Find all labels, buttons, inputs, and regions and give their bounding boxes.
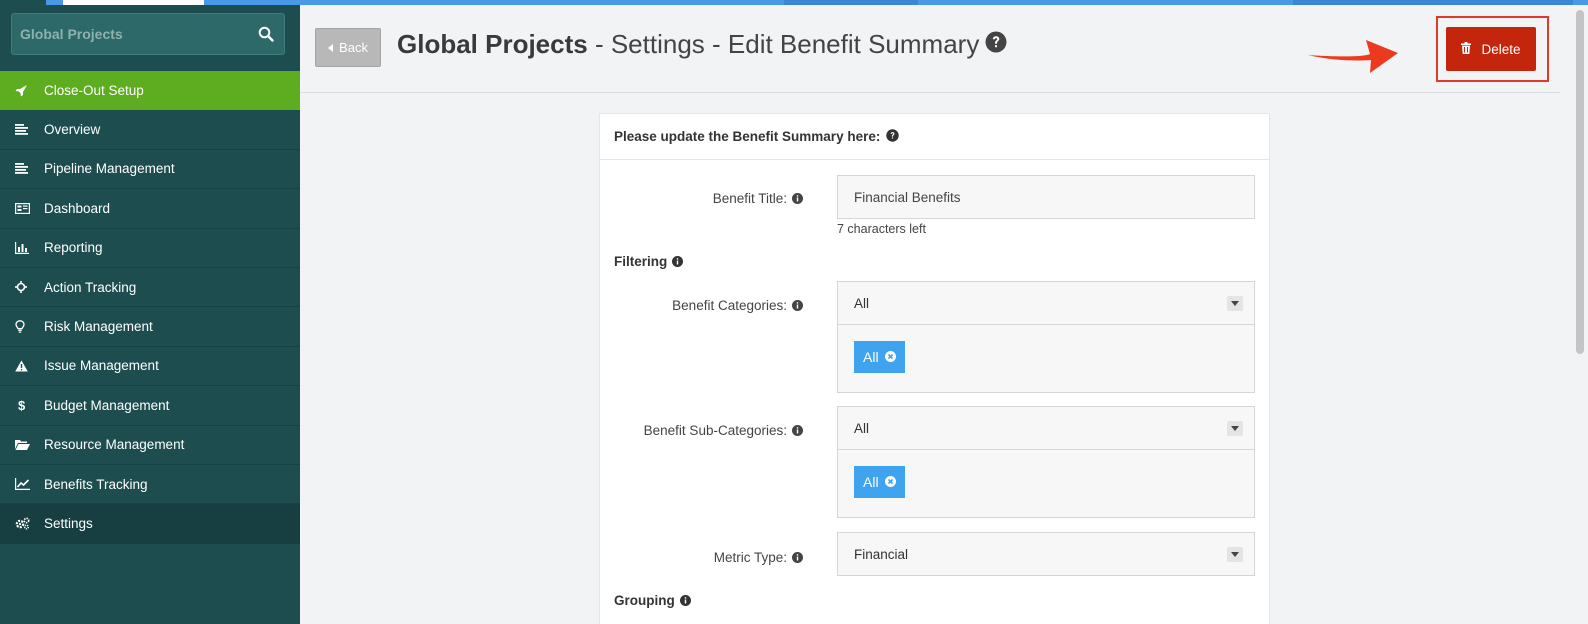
caret-left-icon [328, 40, 334, 55]
rocket-icon [0, 84, 44, 97]
delete-button-label: Delete [1481, 41, 1521, 57]
benefit-title-label: Benefit Title: [713, 191, 803, 206]
sidebar-item-label: Close-Out Setup [44, 82, 144, 98]
line-chart-icon [0, 478, 44, 491]
page-title-project: Global Projects [397, 29, 588, 59]
metric-type-label: Metric Type: [714, 550, 803, 565]
benefit-subcategories-value: All [854, 420, 870, 436]
page-scrollbar-thumb[interactable] [1576, 10, 1584, 354]
tag-label: All [863, 349, 879, 365]
info-icon[interactable] [672, 256, 684, 267]
annotation-arrow [1308, 33, 1400, 82]
benefit-subcategories-label-text: Benefit Sub-Categories: [643, 423, 787, 438]
sidebar-item-resource-management[interactable]: Resource Management [0, 426, 300, 465]
page-title: Global Projects - Settings - Edit Benefi… [397, 29, 1007, 60]
remove-tag-icon[interactable] [884, 349, 896, 365]
sidebar-item-benefits-tracking[interactable]: Benefits Tracking [0, 465, 300, 505]
form-heading-text: Please update the Benefit Summary here: [614, 129, 881, 144]
benefit-subcategories-label: Benefit Sub-Categories: [644, 423, 803, 438]
tag-label: All [863, 474, 879, 490]
sidebar-item-overview[interactable]: Overview [0, 110, 300, 150]
lightbulb-icon [0, 320, 44, 333]
benefit-subcategories-tags: All [837, 450, 1255, 518]
help-icon[interactable] [985, 29, 1007, 60]
gears-icon [0, 517, 44, 530]
chevron-down-icon[interactable] [1227, 547, 1243, 562]
info-icon[interactable] [792, 193, 803, 204]
metric-type-select[interactable]: Financial [837, 532, 1255, 576]
grouping-section-label: Grouping [614, 593, 691, 608]
sidebar-nav: Close-Out Setup Overview Pipeline Manage… [0, 71, 300, 544]
sidebar-item-label: Budget Management [44, 397, 170, 413]
benefit-categories-label-text: Benefit Categories: [672, 298, 787, 313]
folder-open-icon [0, 439, 44, 451]
characters-left-hint: 7 characters left [837, 222, 926, 236]
benefit-categories-value: All [854, 295, 870, 311]
benefit-categories-label: Benefit Categories: [672, 298, 803, 313]
sidebar-item-budget-management[interactable]: $ Budget Management [0, 386, 300, 426]
sidebar-item-label: Action Tracking [44, 279, 137, 295]
trash-icon [1461, 41, 1472, 57]
form-heading: Please update the Benefit Summary here: [600, 114, 1269, 160]
metric-type-value: Financial [854, 546, 909, 562]
benefit-categories-tags: All [837, 325, 1255, 393]
delete-button[interactable]: Delete [1446, 27, 1536, 71]
page-header: Back Global Projects - Settings - Edit B… [300, 5, 1560, 93]
sidebar-item-risk-management[interactable]: Risk Management [0, 307, 300, 347]
sidebar-item-label: Benefits Tracking [44, 476, 148, 492]
sidebar-item-settings[interactable]: Settings [0, 504, 300, 544]
annotation-highlight-box: Delete [1436, 16, 1549, 82]
sidebar: Global Projects Close-Out Setup Overview… [0, 5, 300, 624]
sidebar-item-action-tracking[interactable]: Action Tracking [0, 268, 300, 308]
metric-type-label-text: Metric Type: [713, 550, 787, 565]
warning-icon [0, 360, 44, 372]
chevron-down-icon[interactable] [1227, 421, 1243, 436]
benefit-subcategories-tag-all[interactable]: All [854, 466, 905, 498]
info-icon[interactable] [792, 552, 803, 563]
sidebar-item-label: Reporting [44, 240, 103, 256]
back-button[interactable]: Back [315, 28, 381, 67]
remove-tag-icon[interactable] [884, 474, 896, 490]
sidebar-item-close-out-setup[interactable]: Close-Out Setup [0, 71, 300, 111]
search-input[interactable]: Global Projects [11, 13, 285, 55]
info-icon[interactable] [679, 595, 691, 606]
benefit-categories-select[interactable]: All [837, 281, 1255, 325]
sidebar-item-reporting[interactable]: Reporting [0, 229, 300, 268]
info-icon[interactable] [792, 300, 803, 311]
lines-icon [0, 163, 44, 175]
info-icon[interactable] [792, 425, 803, 436]
search-icon[interactable] [248, 26, 284, 42]
back-button-label: Back [339, 40, 368, 55]
bar-chart-icon [0, 241, 44, 254]
lines-icon [0, 124, 44, 135]
benefit-title-input[interactable]: Financial Benefits [837, 175, 1255, 219]
sidebar-item-label: Risk Management [44, 319, 153, 335]
dashboard-icon [0, 202, 44, 214]
crosshair-icon [0, 281, 44, 294]
grouping-label-text: Grouping [614, 593, 675, 608]
search-placeholder: Global Projects [20, 26, 123, 42]
help-icon[interactable] [886, 128, 900, 145]
benefit-summary-form: Please update the Benefit Summary here: … [599, 113, 1270, 624]
benefit-title-label-text: Benefit Title: [712, 191, 787, 206]
sidebar-item-label: Pipeline Management [44, 161, 175, 177]
sidebar-item-label: Issue Management [44, 358, 159, 374]
benefit-categories-tag-all[interactable]: All [854, 341, 905, 373]
filtering-section-label: Filtering [614, 254, 684, 269]
sidebar-item-dashboard[interactable]: Dashboard [0, 189, 300, 229]
benefit-subcategories-select[interactable]: All [837, 406, 1255, 450]
dollar-icon: $ [18, 397, 26, 413]
benefit-title-value: Financial Benefits [854, 189, 961, 205]
sidebar-item-label: Overview [44, 122, 101, 138]
sidebar-item-label: Resource Management [44, 437, 185, 453]
sidebar-item-label: Settings [44, 515, 93, 531]
sidebar-item-label: Dashboard [44, 200, 111, 216]
filtering-label-text: Filtering [614, 254, 668, 269]
chevron-down-icon[interactable] [1227, 296, 1243, 311]
sidebar-item-issue-management[interactable]: Issue Management [0, 347, 300, 387]
sidebar-item-pipeline-management[interactable]: Pipeline Management [0, 150, 300, 190]
page-title-rest: - Settings - Edit Benefit Summary [587, 29, 980, 59]
